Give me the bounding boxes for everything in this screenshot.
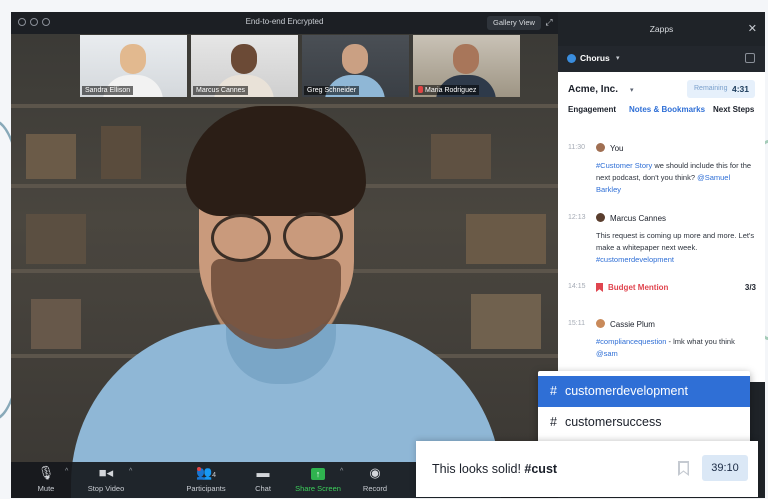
participant-thumbnail-active[interactable]: Greg Schneider xyxy=(302,35,409,97)
glasses xyxy=(211,214,271,262)
note-composer[interactable]: This looks solid! #cust 39:10 xyxy=(416,441,758,497)
timestamp: 12:13 xyxy=(568,214,586,221)
timestamp: 11:30 xyxy=(568,144,585,151)
bookmark-flag-icon xyxy=(596,283,603,292)
speaker-hair xyxy=(186,106,366,216)
fullscreen-icon[interactable]: ⤢ xyxy=(543,16,555,28)
author: Marcus Cannes xyxy=(610,214,667,223)
tab-engagement[interactable]: Engagement xyxy=(568,105,616,114)
chevron-up-icon[interactable]: ^ xyxy=(129,468,132,475)
suggestion-item-selected[interactable]: # customerdevelopment xyxy=(538,376,750,407)
zapps-title: Zapps xyxy=(649,24,674,34)
open-external-icon[interactable] xyxy=(745,53,755,63)
chevron-down-icon[interactable]: ▾ xyxy=(616,54,620,62)
chorus-panel: Acme, Inc. ▾ Remaining 4:31 Engagement N… xyxy=(558,72,765,382)
participants-button[interactable]: 👥4 Participants xyxy=(176,465,236,493)
timestamp-button[interactable]: 39:10 xyxy=(702,455,748,481)
avatar xyxy=(596,143,605,152)
hash-icon: # xyxy=(550,384,557,398)
chevron-up-icon[interactable]: ^ xyxy=(340,468,343,475)
participants-icon: 👥4 xyxy=(195,465,217,480)
chat-bubble-icon: ▬ xyxy=(256,465,270,480)
note-text: #compliancequestion - lmk what you think… xyxy=(596,337,735,358)
note-text: #Customer Story we should include this f… xyxy=(596,161,752,194)
participant-thumbnail[interactable]: Maria Rodriguez xyxy=(413,35,520,97)
note-text: This request is coming up more and more.… xyxy=(596,231,755,264)
hashtag-suggestions: # customerdevelopment # customersuccess xyxy=(538,371,750,451)
timestamp: 15:11 xyxy=(568,320,585,327)
gallery-view-button[interactable]: Gallery View xyxy=(487,16,541,30)
author: Cassie Plum xyxy=(610,320,655,329)
share-screen-button[interactable]: ↑ Share Screen xyxy=(288,465,348,493)
close-icon[interactable]: ✕ xyxy=(748,22,757,35)
video-camera-icon: ■◂ xyxy=(98,465,114,480)
share-screen-icon: ↑ xyxy=(288,465,348,481)
record-button[interactable]: ◉ Record xyxy=(345,465,405,493)
author: You xyxy=(610,144,624,153)
chevron-up-icon[interactable]: ^ xyxy=(65,468,68,475)
remaining-timer: Remaining 4:31 xyxy=(687,80,755,98)
stop-video-button[interactable]: ■◂ Stop Video xyxy=(76,465,136,493)
participant-name: Greg Schneider xyxy=(304,86,360,95)
tab-next-steps[interactable]: Next Steps xyxy=(713,105,754,114)
composer-input[interactable]: This looks solid! #cust xyxy=(432,462,557,476)
app-selector[interactable]: Chorus ▾ xyxy=(558,46,765,72)
account-name[interactable]: Acme, Inc. xyxy=(568,84,618,95)
chat-button[interactable]: ▬ Chat xyxy=(233,465,293,493)
participant-thumbnail[interactable]: Marcus Cannes xyxy=(191,35,298,97)
record-icon: ◉ xyxy=(369,465,381,480)
tracker-label: Budget Mention xyxy=(608,283,669,292)
hash-icon: # xyxy=(550,415,557,429)
window-title: End-to-end Encrypted xyxy=(245,17,324,26)
participant-name: Sandra Ellison xyxy=(82,86,134,95)
zapps-header: Zapps ✕ xyxy=(558,12,765,46)
app-name: Chorus xyxy=(580,53,610,63)
tracker-count: 3/3 xyxy=(744,283,756,292)
main-video xyxy=(11,34,558,498)
participant-thumbnail[interactable]: Sandra Ellison xyxy=(80,35,187,97)
avatar xyxy=(596,213,605,222)
timestamp: 14:15 xyxy=(568,283,586,290)
notification-dot xyxy=(197,467,201,471)
chorus-logo-icon xyxy=(567,54,576,63)
participant-name: Marcus Cannes xyxy=(193,86,249,95)
participant-name: Maria Rodriguez xyxy=(415,85,480,95)
suggestion-item[interactable]: # customersuccess xyxy=(538,407,750,438)
avatar xyxy=(596,319,605,328)
chevron-down-icon[interactable]: ▾ xyxy=(630,86,634,94)
tab-notes-bookmarks[interactable]: Notes & Bookmarks xyxy=(629,105,705,114)
mic-muted-icon xyxy=(418,86,423,93)
title-bar: End-to-end Encrypted Gallery View ⤢ xyxy=(11,12,558,34)
